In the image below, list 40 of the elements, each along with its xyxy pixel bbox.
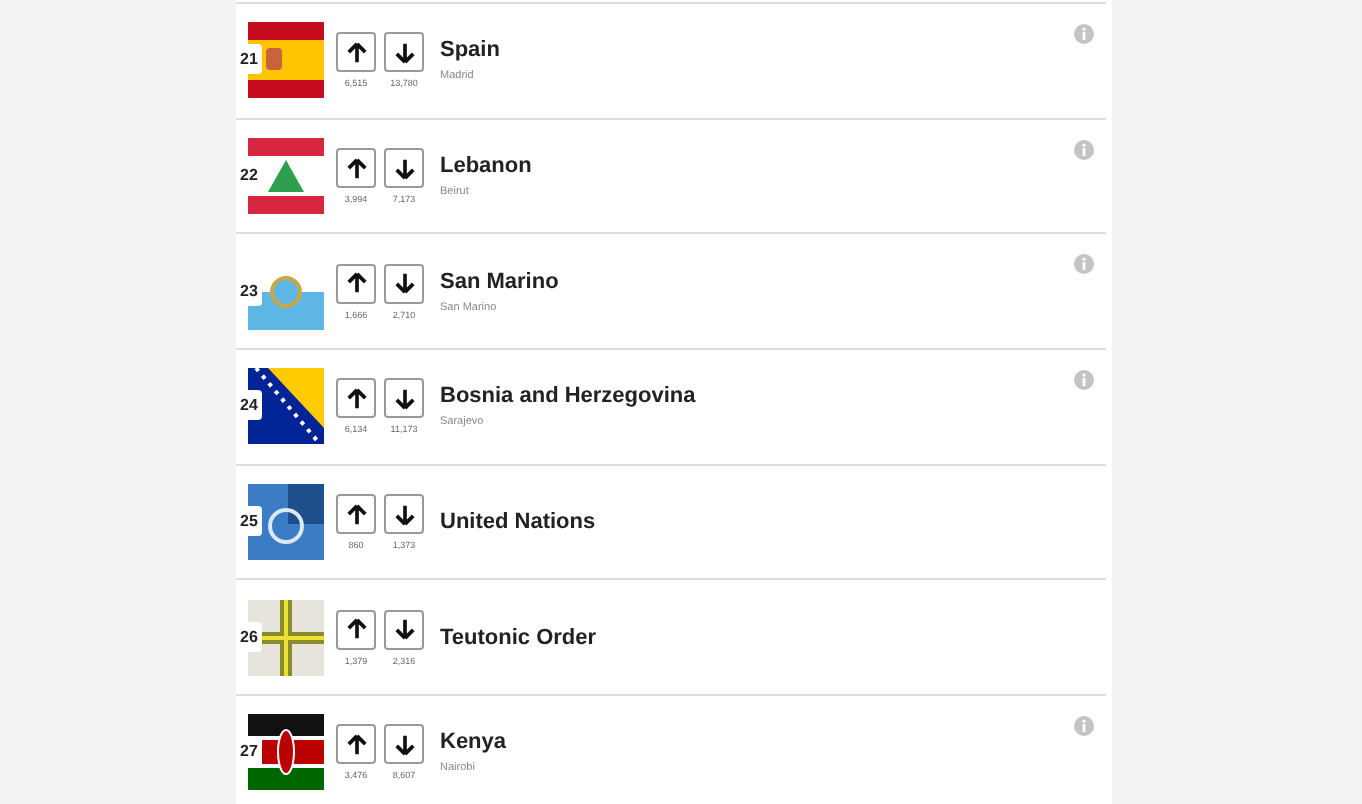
country-name: Teutonic Order [440, 625, 597, 650]
up-arrow-icon [345, 272, 367, 295]
up-arrow-icon [345, 157, 367, 180]
country-name: Lebanon [440, 154, 532, 179]
upvote-button[interactable] [336, 148, 376, 189]
upvote-button[interactable] [336, 263, 376, 304]
downvote-button[interactable] [384, 609, 424, 650]
rank-badge: 21 [236, 44, 262, 75]
down-arrow-icon [393, 387, 415, 410]
down-arrow-icon [393, 157, 415, 180]
up-arrow-icon [345, 733, 367, 756]
rank-badge: 25 [236, 506, 262, 537]
up-arrow-icon [345, 503, 367, 526]
country-name: Bosnia and Herzegovina [440, 384, 696, 409]
downvote-button[interactable] [384, 263, 424, 304]
up-arrow-icon [345, 41, 367, 64]
downvote-button[interactable] [384, 378, 424, 419]
country-name: Kenya [440, 730, 507, 755]
upvote-button[interactable] [336, 609, 376, 650]
country-name: San Marino [440, 269, 559, 294]
down-arrow-icon [393, 503, 415, 526]
downvote-button[interactable] [384, 148, 424, 189]
rank-badge: 24 [236, 390, 262, 421]
up-arrow-icon [345, 387, 367, 410]
downvote-button[interactable] [384, 32, 424, 73]
upvote-button[interactable] [336, 378, 376, 419]
down-arrow-icon [393, 618, 415, 641]
country-name: Spain [440, 38, 500, 63]
upvote-button[interactable] [336, 494, 376, 535]
country-name: United Nations [440, 510, 596, 535]
down-arrow-icon [393, 733, 415, 756]
downvote-button[interactable] [384, 724, 424, 765]
downvote-button[interactable] [384, 494, 424, 535]
up-arrow-icon [345, 618, 367, 641]
upvote-button[interactable] [336, 724, 376, 765]
upvote-button[interactable] [336, 32, 376, 73]
rank-badge: 26 [236, 621, 262, 652]
down-arrow-icon [393, 272, 415, 295]
down-arrow-icon [393, 41, 415, 64]
rank-badge: 27 [236, 736, 262, 767]
